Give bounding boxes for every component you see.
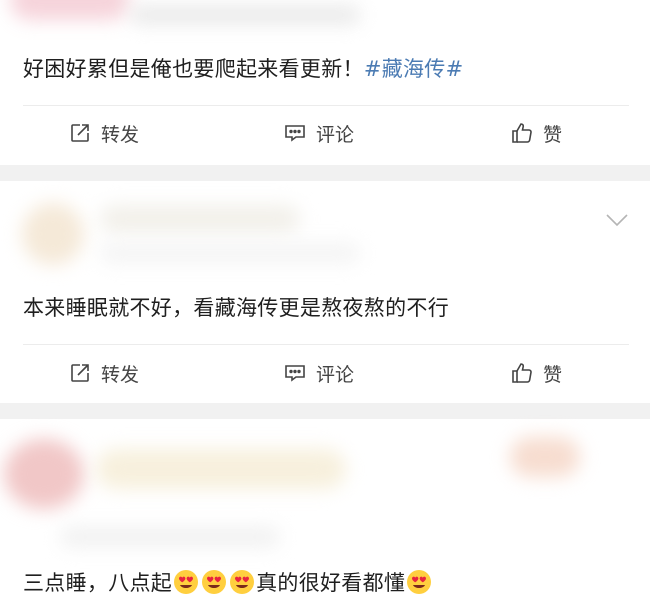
blurred-avatar bbox=[4, 439, 84, 509]
share-edit-icon bbox=[71, 124, 89, 142]
heart-eyes-face-icon bbox=[202, 570, 227, 594]
blurred-meta bbox=[100, 243, 360, 263]
repost-button[interactable]: 转发 bbox=[68, 118, 139, 148]
comment-icon bbox=[285, 365, 305, 382]
comment-button[interactable]: 评论 bbox=[283, 118, 354, 148]
post-body: 好困好累但是俺也要爬起来看更新！ bbox=[23, 57, 364, 81]
blurred-avatar bbox=[22, 203, 84, 265]
hashtag-link[interactable]: #藏海传# bbox=[364, 57, 464, 81]
repost-button[interactable]: 转发 bbox=[68, 358, 139, 388]
heart-eyes-face-icon bbox=[174, 570, 199, 594]
share-edit-icon bbox=[71, 364, 89, 382]
post-text: 三点睡，八点起 真的很好看都懂 bbox=[23, 568, 433, 598]
blurred-badge bbox=[510, 437, 580, 477]
thumbs-up-icon bbox=[512, 363, 532, 383]
divider bbox=[23, 105, 629, 106]
post-card-3: 三点睡，八点起 真的很好看都懂 bbox=[0, 419, 650, 615]
post-body-part-2: 真的很好看都懂 bbox=[256, 571, 406, 595]
post-card-2: 本来睡眠就不好，看藏海传更是熬夜熬的不行 转发 评论 赞 bbox=[0, 181, 650, 403]
thumbs-up-icon bbox=[512, 123, 532, 143]
repost-label: 转发 bbox=[101, 123, 140, 146]
blurred-username bbox=[96, 449, 346, 489]
blurred-source-line bbox=[130, 6, 360, 24]
post-body-part-1: 三点睡，八点起 bbox=[23, 571, 173, 595]
post-separator bbox=[0, 165, 650, 181]
comment-button[interactable]: 评论 bbox=[283, 358, 354, 388]
comment-label: 评论 bbox=[316, 363, 355, 386]
blurred-meta bbox=[60, 527, 280, 547]
post-text: 好困好累但是俺也要爬起来看更新！#藏海传# bbox=[23, 54, 464, 84]
blurred-user-header bbox=[10, 0, 130, 20]
heart-eyes-face-icon bbox=[230, 570, 255, 594]
blurred-username bbox=[100, 205, 300, 233]
repost-label: 转发 bbox=[101, 363, 140, 386]
like-button[interactable]: 赞 bbox=[510, 118, 562, 148]
like-label: 赞 bbox=[543, 123, 563, 146]
post-text: 本来睡眠就不好，看藏海传更是熬夜熬的不行 bbox=[23, 296, 449, 320]
chevron-down-icon[interactable] bbox=[606, 213, 628, 227]
like-label: 赞 bbox=[543, 363, 563, 386]
comment-icon bbox=[285, 125, 305, 142]
post-separator bbox=[0, 403, 650, 419]
post-card-1: 好困好累但是俺也要爬起来看更新！#藏海传# 转发 评论 赞 bbox=[0, 0, 650, 165]
divider bbox=[23, 344, 629, 345]
comment-label: 评论 bbox=[316, 123, 355, 146]
like-button[interactable]: 赞 bbox=[510, 358, 562, 388]
heart-eyes-face-icon bbox=[407, 570, 432, 594]
